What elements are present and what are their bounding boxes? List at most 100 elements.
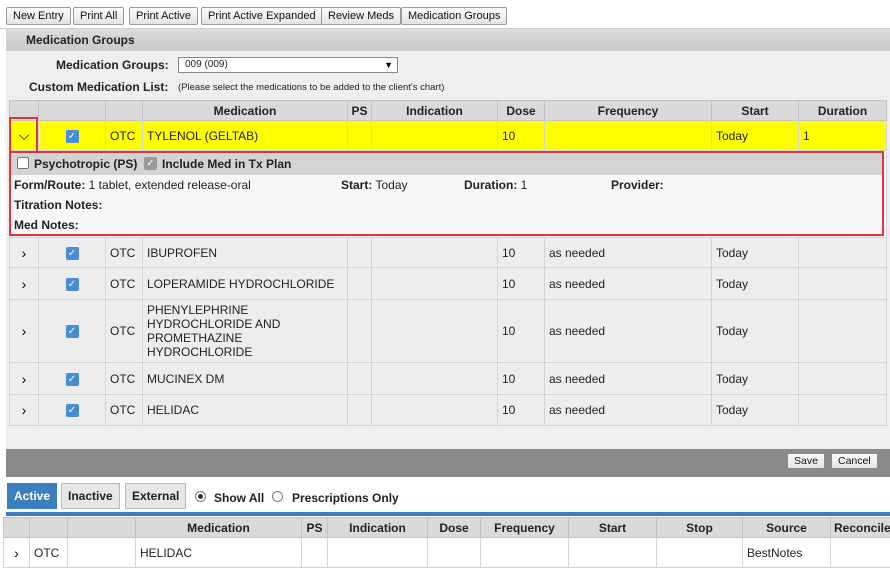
row-medication: PHENYLEPHRINE HYDROCHLORIDE AND PROMETHA…	[142, 299, 348, 363]
expanded-detail-header: Psychotropic (PS) ✓ Include Med in Tx Pl…	[11, 153, 882, 175]
header-start: Start	[568, 517, 657, 538]
print-active-expanded-button[interactable]: Print Active Expanded	[201, 7, 323, 25]
tab-external[interactable]: External	[125, 483, 187, 509]
chevron-right-icon[interactable]: ›	[22, 323, 27, 339]
row-type: OTC	[105, 237, 143, 268]
row-duration: 1	[798, 120, 887, 151]
table-header-row: Medication PS Indication Dose Frequency …	[3, 517, 890, 538]
chevron-right-icon[interactable]: ›	[14, 545, 19, 561]
header-start: Start	[711, 100, 799, 121]
chevron-right-icon[interactable]: ›	[22, 402, 27, 418]
table-row[interactable]: › ✓ OTC IBUPROFEN 10 as needed Today	[9, 237, 887, 268]
cancel-button[interactable]: Cancel	[831, 453, 878, 469]
header-dose: Dose	[497, 100, 545, 121]
row-frequency: as needed	[544, 299, 712, 363]
row-frequency: as needed	[544, 394, 712, 426]
show-all-label: Show All	[214, 491, 265, 505]
row-medication: MUCINEX DM	[142, 362, 348, 395]
form-route-value: 1 tablet, extended release-oral	[88, 178, 251, 192]
toggle-highlight-outline	[9, 117, 38, 153]
header-indication: Indication	[371, 100, 498, 121]
header-indication: Indication	[327, 517, 428, 538]
row-dose: 10	[497, 267, 545, 300]
include-tx-plan-checkbox[interactable]: ✓	[144, 157, 157, 170]
row-frequency: as needed	[544, 237, 712, 268]
prescriptions-only-radio[interactable]	[272, 491, 283, 502]
row-checkbox[interactable]: ✓	[65, 246, 79, 260]
expanded-detail-panel: Psychotropic (PS) ✓ Include Med in Tx Pl…	[9, 151, 884, 236]
header-medication: Medication	[142, 100, 348, 121]
row-start: Today	[711, 237, 799, 268]
review-meds-button[interactable]: Review Meds	[321, 7, 402, 25]
medication-group-value: 009 (009)	[185, 59, 228, 70]
row-start: Today	[711, 394, 799, 426]
medication-group-table: Medication PS Indication Dose Frequency …	[9, 100, 887, 426]
table-row[interactable]: › ✓ OTC MUCINEX DM 10 as needed Today	[9, 362, 887, 395]
medication-group-select[interactable]: 009 (009) ▼	[178, 57, 398, 73]
row-checkbox[interactable]: ✓	[65, 325, 79, 339]
titration-notes-label: Titration Notes:	[14, 198, 103, 212]
row-medication: LOPERAMIDE HYDROCHLORIDE	[142, 267, 348, 300]
new-entry-button[interactable]: New Entry	[6, 7, 71, 25]
provider-label: Provider:	[611, 178, 664, 192]
row-start: Today	[711, 362, 799, 395]
row-dose: 10	[497, 299, 545, 363]
row-medication: IBUPROFEN	[142, 237, 348, 268]
row-checkbox[interactable]: ✓	[65, 277, 79, 291]
include-tx-plan-label: Include Med in Tx Plan	[162, 157, 292, 171]
row-dose: 10	[497, 362, 545, 395]
row-start: Today	[711, 267, 799, 300]
table-row[interactable]: › ✓ OTC PHENYLEPHRINE HYDROCHLORIDE AND …	[9, 299, 887, 363]
chevron-right-icon[interactable]: ›	[22, 276, 27, 292]
row-type: OTC	[29, 537, 68, 568]
psychotropic-label: Psychotropic (PS)	[34, 157, 138, 171]
custom-medication-hint: (Please select the medications to be add…	[178, 82, 445, 93]
header-medication: Medication	[135, 517, 302, 538]
row-dose: 10	[497, 237, 545, 268]
header-reconciled: Reconciled	[830, 517, 890, 538]
form-route-label: Form/Route:	[14, 178, 86, 192]
start-label: Start:	[341, 178, 373, 192]
header-duration: Duration	[798, 100, 887, 121]
tab-inactive[interactable]: Inactive	[61, 483, 120, 509]
header-frequency: Frequency	[480, 517, 569, 538]
row-frequency: as needed	[544, 267, 712, 300]
table-row[interactable]: › ✓ OTC LOPERAMIDE HYDROCHLORIDE 10 as n…	[9, 267, 887, 300]
row-type: OTC	[105, 394, 143, 426]
med-status-tabs: Active Inactive External Show All Prescr…	[0, 477, 890, 513]
row-checkbox[interactable]: ✓	[65, 404, 79, 418]
row-dose: 10	[497, 120, 545, 151]
row-medication: HELIDAC	[135, 537, 302, 568]
row-checkbox[interactable]: ✓	[65, 372, 79, 386]
show-all-radio[interactable]	[195, 491, 206, 502]
table-row[interactable]: › OTC HELIDAC BestNotes	[3, 537, 890, 568]
row-frequency: as needed	[544, 362, 712, 395]
toolbar: New Entry Print All Print Active Print A…	[0, 0, 890, 29]
table-row-selected[interactable]: ⌵ ✓ OTC TYLENOL (GELTAB) 10 Today 1	[9, 120, 887, 151]
row-type: OTC	[105, 120, 143, 151]
active-meds-table: Medication PS Indication Dose Frequency …	[3, 517, 890, 568]
psychotropic-checkbox[interactable]	[17, 157, 29, 169]
custom-medication-list-label: Custom Medication List:	[29, 80, 169, 94]
table-row[interactable]: › ✓ OTC HELIDAC 10 as needed Today	[9, 394, 887, 426]
tab-active[interactable]: Active	[7, 483, 58, 509]
print-active-button[interactable]: Print Active	[129, 7, 199, 25]
row-type: OTC	[105, 267, 143, 300]
row-checkbox[interactable]: ✓	[65, 129, 79, 143]
row-medication: HELIDAC	[142, 394, 348, 426]
row-source: BestNotes	[742, 537, 831, 568]
row-type: OTC	[105, 362, 143, 395]
header-source: Source	[742, 517, 831, 538]
header-ps: PS	[347, 100, 372, 121]
row-dose: 10	[497, 394, 545, 426]
row-medication: TYLENOL (GELTAB)	[142, 120, 348, 151]
chevron-right-icon[interactable]: ›	[22, 245, 27, 261]
save-button[interactable]: Save	[787, 453, 825, 469]
row-start: Today	[711, 299, 799, 363]
action-bar	[6, 449, 890, 477]
chevron-right-icon[interactable]: ›	[22, 371, 27, 387]
medication-groups-button[interactable]: Medication Groups	[401, 7, 508, 25]
header-frequency: Frequency	[544, 100, 712, 121]
print-all-button[interactable]: Print All	[73, 7, 125, 25]
start-value: Today	[375, 178, 408, 192]
